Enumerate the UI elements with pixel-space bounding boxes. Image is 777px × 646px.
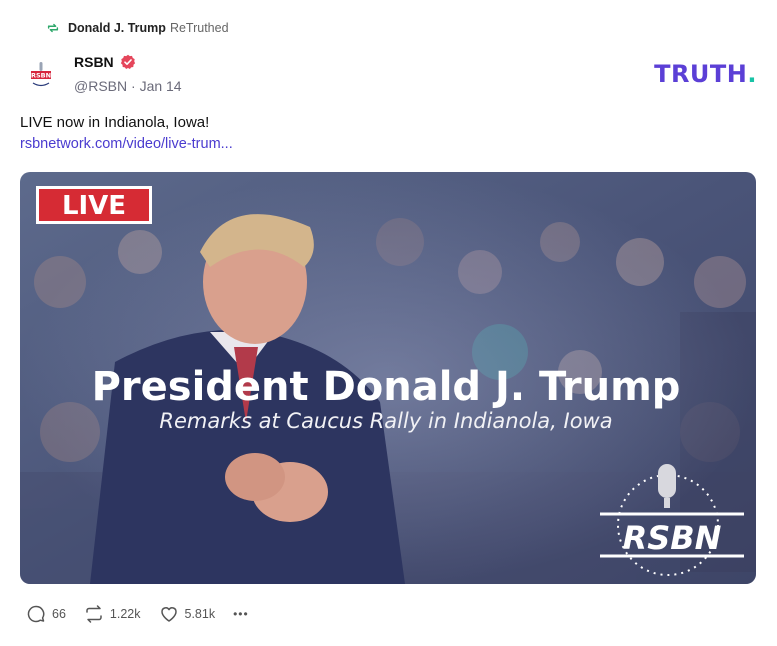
meta-separator: · [131,78,136,94]
post-date[interactable]: Jan 14 [140,78,182,94]
post-actions: 66 1.22k 5.81k ••• [26,604,249,624]
retruth-count: 1.22k [109,607,141,621]
author-avatar[interactable]: RSBN [22,56,60,94]
reply-icon [27,605,45,623]
truth-logo[interactable]: TRUTH. [654,60,757,88]
author-block: RSBN @RSBN · Jan 14 [74,54,182,94]
more-icon: ••• [233,607,249,621]
like-button[interactable]: 5.81k [159,604,216,624]
post-text: LIVE now in Indianola, Iowa! [20,114,210,131]
retruth-button[interactable]: 1.22k [84,604,141,624]
video-thumbnail[interactable]: LIVE President Donald J. Trump Remarks a… [20,172,756,584]
reply-count: 66 [52,607,66,621]
svg-text:RSBN: RSBN [31,72,51,80]
like-count: 5.81k [184,607,216,621]
svg-text:RSBN: RSBN [623,519,722,557]
author-name[interactable]: RSBN [74,54,114,70]
retruth-action-label: ReTruthed [169,21,229,35]
retruth-icon [86,605,102,623]
retruth-icon [47,23,59,33]
retruth-user-link[interactable]: Donald J. Trump [68,21,166,35]
video-subtitle: Remarks at Caucus Rally in Indianola, Io… [159,409,612,433]
live-badge: LIVE [36,186,152,224]
more-options-button[interactable]: ••• [233,607,249,621]
author-handle[interactable]: @RSBN [74,78,127,94]
truth-logo-dot: . [747,60,757,88]
author-meta: @RSBN · Jan 14 [74,78,182,94]
retruth-header: Donald J. Trump ReTruthed [46,18,229,38]
rsbn-logo-icon: RSBN [23,57,59,93]
post-link[interactable]: rsbnetwork.com/video/live-trum... [20,136,233,152]
svg-text:LIVE: LIVE [62,191,126,221]
verified-badge-icon [120,54,135,69]
truth-logo-text: TRUTH [654,60,748,88]
video-headline: President Donald J. Trump [92,364,681,410]
heart-icon [160,607,177,622]
reply-button[interactable]: 66 [26,604,66,624]
